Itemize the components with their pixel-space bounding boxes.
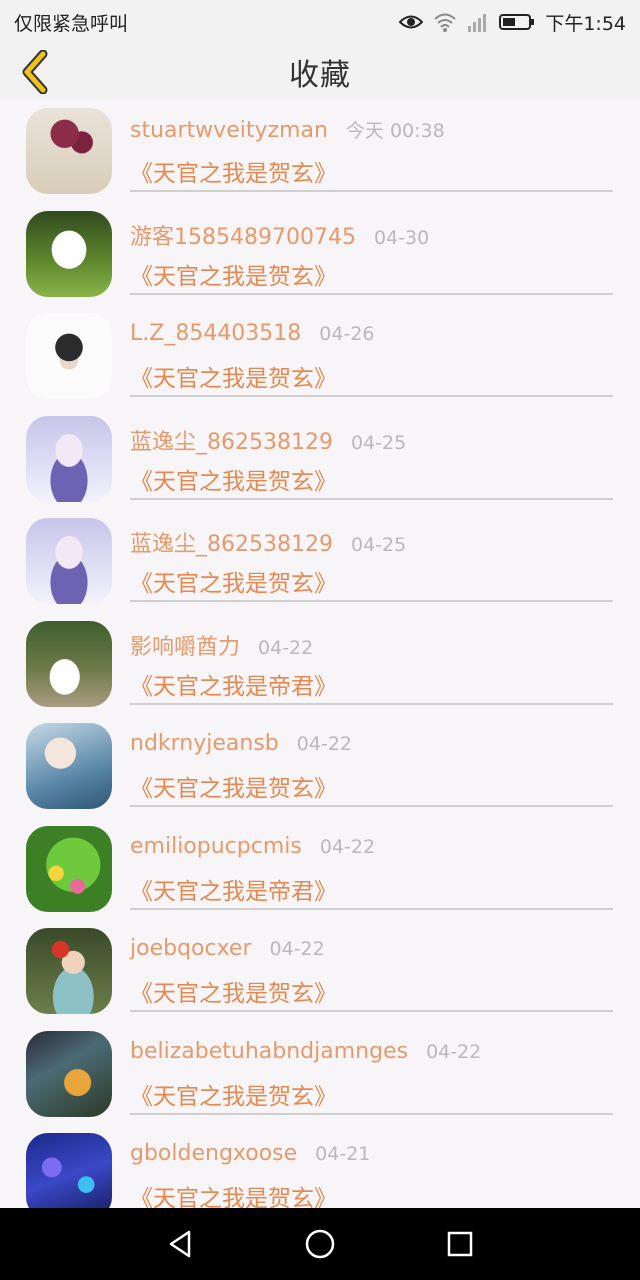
timestamp: 04-26 [319, 323, 375, 345]
battery-icon [499, 13, 535, 31]
avatar[interactable] [26, 518, 112, 604]
favorites-list: stuartwveityzman 今天 00:38 《天官之我是贺玄》 游客15854… [0, 100, 640, 1208]
username[interactable]: joebqocxer [130, 936, 252, 961]
name-line: 蓝逸尘_862538129 04-25 [130, 526, 406, 558]
recents-square-icon [447, 1231, 473, 1257]
timestamp: 04-21 [315, 1143, 371, 1165]
signal-icon [467, 12, 489, 32]
title-bar: 收藏 [0, 44, 640, 100]
avatar[interactable] [26, 928, 112, 1014]
timestamp: 今天 00:38 [345, 120, 445, 142]
username[interactable]: belizabetuhabndjamnges [130, 1039, 408, 1064]
favorite-item[interactable]: ndkrnyjeansb 04-22 《天官之我是贺玄》 [0, 715, 640, 818]
wifi-icon [433, 12, 457, 32]
divider [130, 190, 613, 192]
favorite-item[interactable]: 影响嚼酋力 04-22 《天官之我是帝君》 [0, 613, 640, 716]
name-line: 游客1585489700745 04-30 [130, 219, 429, 251]
book-title-link[interactable]: 《天官之我是帝君》 [130, 872, 337, 906]
username[interactable]: gboldengxoose [130, 1141, 297, 1166]
book-title-link[interactable]: 《天官之我是贺玄》 [130, 462, 337, 496]
name-line: 蓝逸尘_862538129 04-25 [130, 424, 406, 456]
name-line: L.Z_854403518 04-26 [130, 321, 375, 353]
avatar[interactable] [26, 723, 112, 809]
eye-icon [399, 14, 424, 30]
avatar[interactable] [26, 825, 112, 912]
carrier-text: 仅限紧急呼叫 [14, 12, 129, 35]
divider [130, 497, 613, 500]
book-title-link[interactable]: 《天官之我是帝君》 [130, 667, 337, 701]
name-line: ndkrnyjeansb 04-22 [130, 731, 352, 763]
book-title-link[interactable]: 《天官之我是贺玄》 [130, 1077, 337, 1111]
nav-home-button[interactable] [300, 1224, 340, 1264]
book-title-link[interactable]: 《天官之我是贺玄》 [130, 1179, 337, 1208]
name-line: gboldengxoose 04-21 [130, 1141, 370, 1173]
divider [130, 805, 613, 807]
avatar[interactable] [26, 210, 112, 297]
nav-recents-button[interactable] [440, 1224, 480, 1264]
username[interactable]: 蓝逸尘_862538129 [130, 424, 333, 456]
book-title-link[interactable]: 《天官之我是贺玄》 [130, 564, 337, 598]
home-circle-icon [305, 1229, 335, 1259]
divider [130, 600, 613, 602]
book-title-link[interactable]: 《天官之我是贺玄》 [130, 974, 337, 1008]
status-time: 下午1:54 [545, 12, 626, 35]
page-title: 收藏 [289, 58, 351, 93]
divider [130, 1010, 613, 1012]
username[interactable]: 影响嚼酋力 [130, 629, 240, 661]
timestamp: 04-22 [319, 835, 376, 858]
timestamp: 04-25 [350, 431, 407, 454]
book-title-link[interactable]: 《天官之我是贺玄》 [130, 154, 337, 188]
avatar[interactable] [26, 1030, 112, 1117]
favorite-item[interactable]: joebqocxer 04-22 《天官之我是贺玄》 [0, 920, 640, 1023]
divider [130, 1112, 613, 1115]
favorite-item[interactable]: L.Z_854403518 04-26 《天官之我是贺玄》 [0, 305, 640, 408]
timestamp: 04-22 [296, 733, 352, 755]
avatar[interactable] [26, 415, 112, 502]
favorite-item[interactable]: belizabetuhabndjamnges 04-22 《天官之我是贺玄》 [0, 1023, 640, 1126]
name-line: belizabetuhabndjamnges 04-22 [130, 1039, 481, 1071]
username[interactable]: emiliopucpcmis [130, 834, 302, 859]
name-line: stuartwveityzman 今天 00:38 [130, 116, 445, 148]
favorite-item[interactable]: 蓝逸尘_862538129 04-25 《天官之我是贺玄》 [0, 408, 640, 511]
username[interactable]: 游客1585489700745 [130, 219, 356, 251]
back-button[interactable] [12, 48, 56, 96]
favorite-item[interactable]: gboldengxoose 04-21 《天官之我是贺玄》 [0, 1125, 640, 1208]
username[interactable]: 蓝逸尘_862538129 [130, 526, 333, 558]
name-line: 影响嚼酋力 04-22 [130, 629, 313, 661]
favorite-item[interactable]: 蓝逸尘_862538129 04-25 《天官之我是贺玄》 [0, 510, 640, 613]
avatar[interactable] [26, 620, 112, 707]
system-nav-bar [0, 1208, 640, 1280]
username[interactable]: ndkrnyjeansb [130, 731, 279, 756]
book-title-link[interactable]: 《天官之我是贺玄》 [130, 359, 337, 393]
book-title-link[interactable]: 《天官之我是贺玄》 [130, 769, 337, 803]
favorite-item[interactable]: emiliopucpcmis 04-22 《天官之我是帝君》 [0, 818, 640, 921]
avatar[interactable] [26, 108, 112, 194]
favorite-item[interactable]: stuartwveityzman 今天 00:38 《天官之我是贺玄》 [0, 100, 640, 203]
username[interactable]: L.Z_854403518 [130, 321, 301, 346]
divider [130, 907, 613, 910]
back-triangle-icon [169, 1230, 191, 1258]
timestamp: 04-30 [373, 226, 430, 249]
favorite-item[interactable]: 游客1585489700745 04-30 《天官之我是贺玄》 [0, 203, 640, 306]
divider [130, 292, 613, 295]
chevron-left-icon [22, 50, 48, 94]
status-bar: 仅限紧急呼叫 下午1:54 [0, 0, 640, 44]
avatar[interactable] [26, 313, 112, 399]
avatar[interactable] [26, 1133, 112, 1208]
timestamp: 04-22 [258, 636, 314, 659]
name-line: joebqocxer 04-22 [130, 936, 325, 968]
timestamp: 04-25 [350, 534, 407, 556]
name-line: emiliopucpcmis 04-22 [130, 834, 375, 866]
timestamp: 04-22 [426, 1040, 482, 1063]
status-icons: 下午1:54 [399, 9, 626, 36]
username[interactable]: stuartwveityzman [130, 118, 328, 143]
nav-back-button[interactable] [160, 1224, 200, 1264]
divider [130, 395, 613, 397]
timestamp: 04-22 [269, 938, 325, 960]
book-title-link[interactable]: 《天官之我是贺玄》 [130, 257, 337, 291]
divider [130, 702, 613, 705]
